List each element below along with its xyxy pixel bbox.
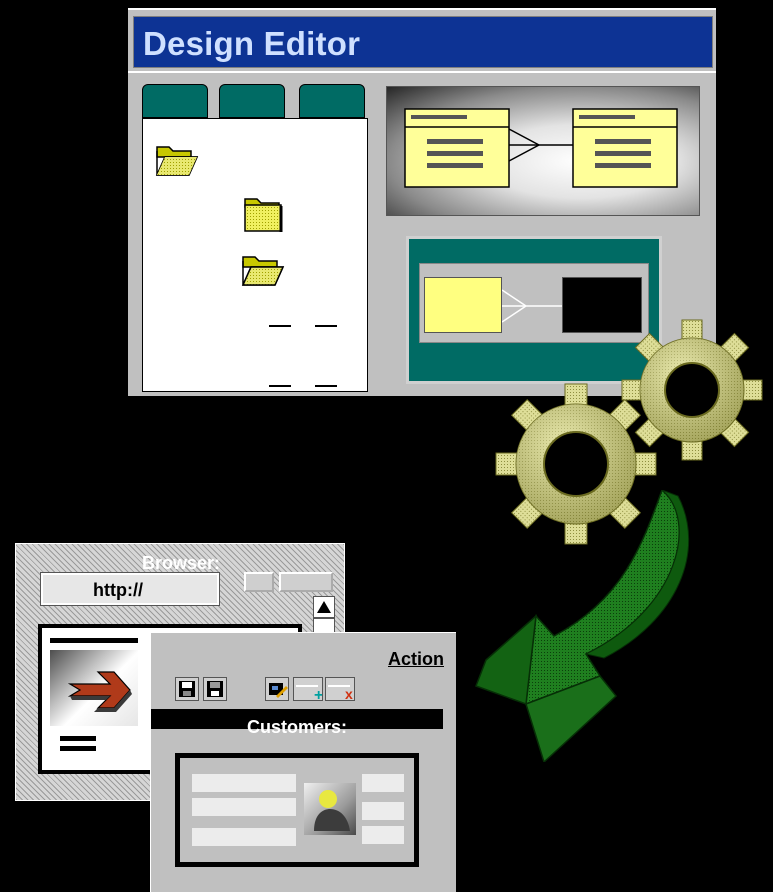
- tree-item-dash: [315, 325, 337, 327]
- closed-folder-icon[interactable]: [241, 195, 285, 233]
- navigator-tab-3[interactable]: [299, 84, 365, 118]
- svg-text:x: x: [345, 686, 353, 700]
- save-icon: [179, 681, 195, 697]
- customer-field[interactable]: [362, 826, 404, 844]
- print-icon: [207, 681, 223, 697]
- scroll-up-button[interactable]: [313, 596, 335, 618]
- edit-icon: [269, 683, 288, 698]
- editor-title-bar: Design Editor: [133, 16, 713, 68]
- action-menu[interactable]: Action: [388, 649, 444, 670]
- navigator-tab-1[interactable]: [142, 84, 208, 118]
- content-image: [50, 650, 138, 726]
- customer-record-form: [175, 753, 419, 867]
- green-arrow-icon: [475, 490, 690, 762]
- relationship-line: [508, 128, 573, 162]
- edit-button[interactable]: [265, 677, 289, 701]
- customer-field[interactable]: [362, 774, 404, 792]
- red-arrow-icon: [67, 671, 132, 712]
- content-heading-line: [50, 638, 138, 643]
- print-button[interactable]: [203, 677, 227, 701]
- customer-field[interactable]: [192, 798, 296, 816]
- action-menu-label: Action: [388, 649, 444, 669]
- object-navigator-tree: [142, 118, 368, 392]
- svg-text:+: +: [314, 687, 322, 700]
- customer-field[interactable]: [192, 828, 296, 846]
- add-record-button[interactable]: +: [293, 677, 323, 704]
- delete-record-icon: x: [328, 685, 353, 702]
- delete-record-button[interactable]: x: [325, 677, 355, 702]
- person-icon: [314, 790, 350, 831]
- url-field[interactable]: http://: [40, 572, 220, 606]
- browser-button-wide[interactable]: [279, 572, 333, 592]
- customer-field[interactable]: [362, 802, 404, 820]
- tree-item-dash: [315, 385, 337, 387]
- customer-field[interactable]: [192, 774, 296, 792]
- url-text: http://: [93, 580, 143, 600]
- entity-relationship-diagram: [386, 86, 700, 216]
- navigator-tab-2[interactable]: [219, 84, 285, 118]
- open-folder-icon[interactable]: [155, 141, 199, 179]
- content-text-line: [60, 736, 96, 741]
- entity-box-right[interactable]: [572, 108, 678, 188]
- customers-form-window: Action + x Customers:: [150, 632, 456, 892]
- editor-divider: [128, 71, 716, 73]
- open-folder-icon[interactable]: [241, 251, 285, 289]
- customers-title: Customers:: [246, 717, 348, 737]
- content-text-line: [60, 746, 96, 751]
- browser-caption: Browser:: [141, 553, 221, 573]
- tree-item-dash: [269, 325, 291, 327]
- browser-button-small[interactable]: [244, 572, 274, 592]
- save-button[interactable]: [175, 677, 199, 701]
- entity-box-left[interactable]: [404, 108, 510, 188]
- triangle-up-icon: [317, 601, 331, 613]
- tree-item-dash: [269, 385, 291, 387]
- module-block-yellow[interactable]: [424, 277, 502, 333]
- add-record-icon: +: [296, 685, 323, 704]
- customer-photo: [304, 783, 356, 835]
- editor-title: Design Editor: [143, 25, 361, 62]
